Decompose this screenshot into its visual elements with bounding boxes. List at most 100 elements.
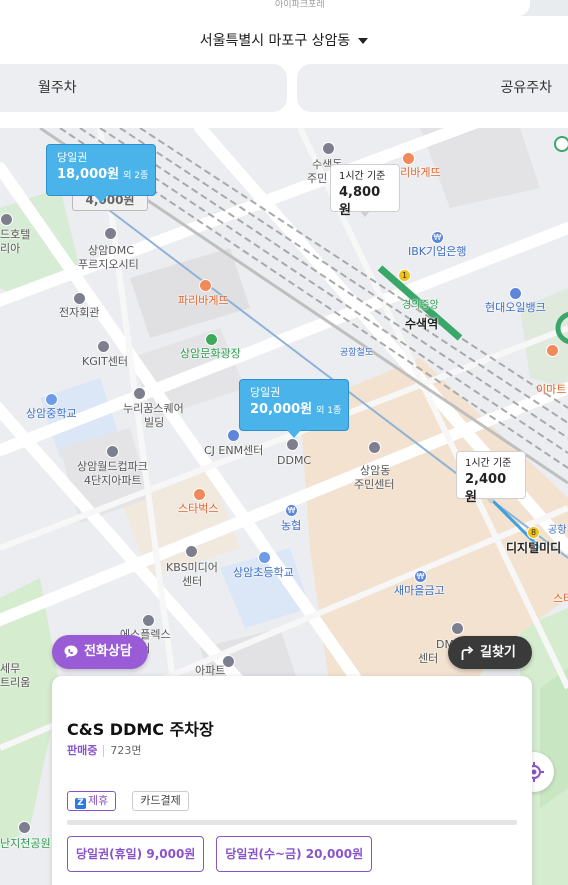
region-label: 서울특별시 마포구 상암동 bbox=[199, 33, 351, 49]
map-label: 스타 bbox=[553, 592, 568, 605]
map-label: CJ ENM센터 bbox=[204, 444, 264, 457]
map-label: 센터 bbox=[418, 652, 439, 665]
map-label: 상암초등학교 bbox=[233, 566, 294, 579]
building-icon bbox=[97, 340, 110, 353]
space-count: 723면 bbox=[110, 744, 142, 757]
map-label: 농협 bbox=[281, 519, 302, 532]
map-label: 세무 bbox=[0, 662, 21, 675]
region-selector[interactable]: 서울특별시 마포구 상암동 bbox=[0, 30, 568, 50]
map-label: 4단지아파트 bbox=[84, 474, 142, 487]
school-icon bbox=[45, 393, 58, 406]
map-label: KGIT센터 bbox=[82, 355, 128, 368]
map-label: 새마을금고 bbox=[394, 584, 445, 597]
sale-status: 판매중 bbox=[67, 744, 98, 757]
map-label: 상암DMC bbox=[88, 244, 134, 257]
bank-icon: ₩ bbox=[414, 570, 427, 583]
hotel-icon bbox=[0, 213, 13, 226]
parking-pin-hourly[interactable]: 1시간 기준 2,400원 bbox=[456, 451, 526, 505]
parking-pin-selected[interactable]: 당일권 18,000원 외 2종 bbox=[46, 144, 156, 203]
parking-pin-ddmc[interactable]: 당일권 20,000원 외 1종 bbox=[239, 379, 349, 438]
cafe-icon bbox=[193, 488, 206, 501]
pin-basis: 1시간 기준 bbox=[339, 171, 386, 182]
ticket-weekday-daily[interactable]: 당일권(수~금) 20,000원 bbox=[216, 836, 373, 872]
map-label: 주민 bbox=[307, 172, 328, 185]
pin-extra: 외 2종 bbox=[123, 171, 149, 181]
caret-down-icon bbox=[358, 38, 369, 44]
tab-shared-parking[interactable]: 공유주차 bbox=[297, 64, 568, 112]
map-label: KBS미디어 bbox=[166, 561, 218, 574]
building-icon bbox=[133, 387, 146, 400]
pin-tail bbox=[486, 498, 496, 504]
tab-monthly-parking[interactable]: 월주차 bbox=[0, 64, 287, 112]
ticket-options: 당일권(휴일) 9,000원 당일권(수~금) 20,000원 bbox=[67, 836, 384, 872]
map-label: 이마트 bbox=[536, 383, 567, 396]
map-label: 스타벅스 bbox=[178, 502, 219, 515]
bakery-icon bbox=[402, 152, 415, 165]
directions-button[interactable]: 길찾기 bbox=[448, 636, 532, 669]
map-label: 파리바게뜨 bbox=[178, 294, 229, 307]
card-divider-bar bbox=[67, 820, 517, 825]
pin-tail bbox=[94, 195, 108, 203]
lot-name: C&S DDMC 주차장 bbox=[67, 720, 214, 739]
map-label: 현대오일뱅크 bbox=[485, 301, 546, 314]
map-label: 리아 bbox=[0, 242, 21, 255]
lot-tags: Z 제휴 카드결제 bbox=[67, 789, 205, 811]
pin-basis: 1시간 기준 bbox=[465, 458, 512, 469]
building-icon bbox=[104, 227, 117, 240]
pin-tail bbox=[287, 430, 301, 438]
top-strip: 아이파크포레 bbox=[0, 0, 568, 16]
building-icon bbox=[286, 438, 299, 451]
parking-pin-hourly[interactable]: 1시간 기준 4,800원 bbox=[330, 164, 400, 218]
map-label: 상암중학교 bbox=[26, 407, 77, 420]
phone-consult-button[interactable]: 전화상담 bbox=[52, 635, 148, 669]
map-label: 누리꿈스퀘어 bbox=[123, 402, 184, 415]
pin-ticket-type: 당일권 bbox=[57, 151, 88, 164]
pin-tail bbox=[360, 211, 370, 217]
partner-tag-label: 제휴 bbox=[88, 794, 109, 807]
map-label: 공항 bbox=[548, 525, 567, 536]
parking-lot-card[interactable]: C&S DDMC 주차장 판매중 723면 Z 제휴 카드결제 당일권(휴일) 9,0… bbox=[52, 676, 532, 885]
card-payment-tag: 카드결제 bbox=[132, 791, 189, 811]
map-label: 전자회관 bbox=[59, 306, 100, 319]
map-label: 빌딩 bbox=[144, 416, 165, 429]
bank-icon: ₩ bbox=[285, 504, 298, 517]
building-icon bbox=[73, 292, 86, 305]
map-label: 센터 bbox=[182, 575, 203, 588]
top-map-label: 아이파크포레 bbox=[275, 0, 325, 10]
turn-right-arrow-icon bbox=[461, 646, 474, 660]
map-label: 경의중앙 bbox=[402, 300, 439, 311]
map-label: 상암동 bbox=[360, 464, 391, 477]
bakery-icon bbox=[199, 279, 212, 292]
gas-station-icon bbox=[509, 287, 522, 300]
school-icon bbox=[258, 551, 271, 564]
building-icon bbox=[322, 142, 335, 155]
phone-chat-icon bbox=[64, 645, 78, 658]
plaza-icon bbox=[205, 333, 218, 346]
mart-icon bbox=[546, 344, 559, 357]
building-icon bbox=[227, 429, 240, 442]
map-view[interactable]: ₩ ₩ ₩ 1 8 드호텔 리아 상암DMC 푸르지오시티 전자회관 파리바게뜨… bbox=[0, 128, 568, 885]
map-label: 수색역 bbox=[405, 317, 439, 331]
map-label: 상암월드컵파크 bbox=[77, 460, 148, 473]
bank-icon: ₩ bbox=[431, 231, 444, 244]
map-label: 드호텔 bbox=[0, 228, 31, 241]
pin-ticket-type: 당일권 bbox=[250, 386, 281, 399]
lot-meta: 판매중 723면 bbox=[67, 744, 142, 758]
top-sheet-edge bbox=[0, 0, 530, 16]
partner-tag: Z 제휴 bbox=[67, 791, 117, 811]
map-label: 주민센터 bbox=[354, 478, 395, 491]
map-label: IBK기업은행 bbox=[408, 245, 467, 258]
map-label: 디지털미디 bbox=[506, 541, 562, 555]
pin-price: 20,000원 bbox=[250, 402, 313, 417]
header: 서울특별시 마포구 상암동 월주차 공유주차 bbox=[0, 16, 568, 128]
partner-logo-icon: Z bbox=[75, 798, 86, 809]
building-icon bbox=[106, 445, 119, 458]
map-label: 공항철도 bbox=[340, 348, 374, 358]
map-label: DDMC bbox=[277, 454, 312, 467]
pin-extra: 외 1종 bbox=[316, 406, 342, 416]
subway-line-badge: 8 bbox=[527, 526, 540, 539]
directions-label: 길찾기 bbox=[480, 645, 516, 660]
ticket-holiday-daily[interactable]: 당일권(휴일) 9,000원 bbox=[67, 836, 205, 872]
building-icon bbox=[451, 622, 464, 635]
map-label: 상암문화광장 bbox=[180, 347, 241, 360]
